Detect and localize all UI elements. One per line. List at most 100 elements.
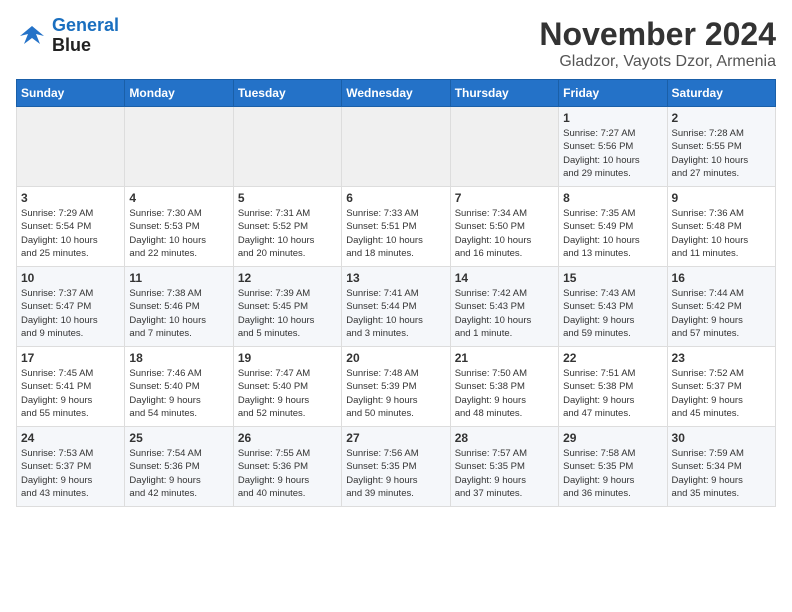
- day-number: 13: [346, 271, 445, 285]
- day-info: Sunrise: 7:44 AM Sunset: 5:42 PM Dayligh…: [672, 287, 771, 340]
- calendar-cell: 11 Sunrise: 7:38 AM Sunset: 5:46 PM Dayli…: [125, 267, 233, 347]
- day-number: 3: [21, 191, 120, 205]
- calendar-cell: 13 Sunrise: 7:41 AM Sunset: 5:44 PM Dayli…: [342, 267, 450, 347]
- calendar-cell: 29 Sunrise: 7:58 AM Sunset: 5:35 PM Dayli…: [559, 427, 667, 507]
- day-info: Sunrise: 7:41 AM Sunset: 5:44 PM Dayligh…: [346, 287, 445, 340]
- header-monday: Monday: [125, 80, 233, 107]
- day-info: Sunrise: 7:27 AM Sunset: 5:56 PM Dayligh…: [563, 127, 662, 180]
- day-info: Sunrise: 7:30 AM Sunset: 5:53 PM Dayligh…: [129, 207, 228, 260]
- calendar-cell: 14Sunrise: 7:42 AM Sunset: 5:43 PM Dayli…: [450, 267, 558, 347]
- header: General Blue November 2024 Gladzor, Vayo…: [16, 16, 776, 71]
- calendar-cell: 22 Sunrise: 7:51 AM Sunset: 5:38 PM Dayli…: [559, 347, 667, 427]
- header-thursday: Thursday: [450, 80, 558, 107]
- day-number: 24: [21, 431, 120, 445]
- calendar-cell: [450, 107, 558, 187]
- calendar-cell: 15 Sunrise: 7:43 AM Sunset: 5:43 PM Dayli…: [559, 267, 667, 347]
- day-number: 22: [563, 351, 662, 365]
- day-info: Sunrise: 7:36 AM Sunset: 5:48 PM Dayligh…: [672, 207, 771, 260]
- day-info: Sunrise: 7:48 AM Sunset: 5:39 PM Dayligh…: [346, 367, 445, 420]
- calendar-cell: 12Sunrise: 7:39 AM Sunset: 5:45 PM Dayli…: [233, 267, 341, 347]
- day-info: Sunrise: 7:56 AM Sunset: 5:35 PM Dayligh…: [346, 447, 445, 500]
- calendar-cell: 20 Sunrise: 7:48 AM Sunset: 5:39 PM Dayli…: [342, 347, 450, 427]
- calendar-cell: 9 Sunrise: 7:36 AM Sunset: 5:48 PM Daylig…: [667, 187, 775, 267]
- calendar-week-1: 1 Sunrise: 7:27 AM Sunset: 5:56 PM Daylig…: [17, 107, 776, 187]
- calendar-cell: 6Sunrise: 7:33 AM Sunset: 5:51 PM Daylig…: [342, 187, 450, 267]
- day-info: Sunrise: 7:58 AM Sunset: 5:35 PM Dayligh…: [563, 447, 662, 500]
- calendar-cell: 4 Sunrise: 7:30 AM Sunset: 5:53 PM Daylig…: [125, 187, 233, 267]
- day-info: Sunrise: 7:45 AM Sunset: 5:41 PM Dayligh…: [21, 367, 120, 420]
- day-info: Sunrise: 7:52 AM Sunset: 5:37 PM Dayligh…: [672, 367, 771, 420]
- day-number: 29: [563, 431, 662, 445]
- day-number: 18: [129, 351, 228, 365]
- day-number: 21: [455, 351, 554, 365]
- logo-text: General Blue: [52, 16, 119, 56]
- calendar-cell: 7 Sunrise: 7:34 AM Sunset: 5:50 PM Daylig…: [450, 187, 558, 267]
- calendar-cell: [17, 107, 125, 187]
- day-number: 30: [672, 431, 771, 445]
- day-number: 10: [21, 271, 120, 285]
- day-number: 9: [672, 191, 771, 205]
- calendar-cell: 24 Sunrise: 7:53 AM Sunset: 5:37 PM Dayli…: [17, 427, 125, 507]
- header-sunday: Sunday: [17, 80, 125, 107]
- header-wednesday: Wednesday: [342, 80, 450, 107]
- day-info: Sunrise: 7:29 AM Sunset: 5:54 PM Dayligh…: [21, 207, 120, 260]
- day-number: 17: [21, 351, 120, 365]
- day-number: 7: [455, 191, 554, 205]
- calendar-cell: [342, 107, 450, 187]
- day-info: Sunrise: 7:59 AM Sunset: 5:34 PM Dayligh…: [672, 447, 771, 500]
- day-number: 28: [455, 431, 554, 445]
- calendar-cell: 1 Sunrise: 7:27 AM Sunset: 5:56 PM Daylig…: [559, 107, 667, 187]
- day-number: 11: [129, 271, 228, 285]
- calendar-cell: 3 Sunrise: 7:29 AM Sunset: 5:54 PM Daylig…: [17, 187, 125, 267]
- calendar-cell: [125, 107, 233, 187]
- day-info: Sunrise: 7:28 AM Sunset: 5:55 PM Dayligh…: [672, 127, 771, 180]
- calendar-cell: 30 Sunrise: 7:59 AM Sunset: 5:34 PM Dayli…: [667, 427, 775, 507]
- day-info: Sunrise: 7:43 AM Sunset: 5:43 PM Dayligh…: [563, 287, 662, 340]
- day-number: 16: [672, 271, 771, 285]
- calendar-cell: 18Sunrise: 7:46 AM Sunset: 5:40 PM Dayli…: [125, 347, 233, 427]
- day-info: Sunrise: 7:51 AM Sunset: 5:38 PM Dayligh…: [563, 367, 662, 420]
- logo: General Blue: [16, 16, 119, 56]
- calendar-cell: 10 Sunrise: 7:37 AM Sunset: 5:47 PM Dayli…: [17, 267, 125, 347]
- day-info: Sunrise: 7:50 AM Sunset: 5:38 PM Dayligh…: [455, 367, 554, 420]
- calendar-table: SundayMondayTuesdayWednesdayThursdayFrid…: [16, 79, 776, 507]
- day-number: 4: [129, 191, 228, 205]
- calendar-cell: 8Sunrise: 7:35 AM Sunset: 5:49 PM Daylig…: [559, 187, 667, 267]
- calendar-week-5: 24 Sunrise: 7:53 AM Sunset: 5:37 PM Dayli…: [17, 427, 776, 507]
- title-area: November 2024 Gladzor, Vayots Dzor, Arme…: [539, 16, 776, 71]
- day-number: 26: [238, 431, 337, 445]
- day-number: 12: [238, 271, 337, 285]
- calendar-header-row: SundayMondayTuesdayWednesdayThursdayFrid…: [17, 80, 776, 107]
- day-number: 27: [346, 431, 445, 445]
- day-number: 15: [563, 271, 662, 285]
- calendar-week-3: 10 Sunrise: 7:37 AM Sunset: 5:47 PM Dayli…: [17, 267, 776, 347]
- day-number: 1: [563, 111, 662, 125]
- header-tuesday: Tuesday: [233, 80, 341, 107]
- day-number: 23: [672, 351, 771, 365]
- calendar-cell: 28 Sunrise: 7:57 AM Sunset: 5:35 PM Dayli…: [450, 427, 558, 507]
- calendar-cell: 2 Sunrise: 7:28 AM Sunset: 5:55 PM Daylig…: [667, 107, 775, 187]
- calendar-cell: 27 Sunrise: 7:56 AM Sunset: 5:35 PM Dayli…: [342, 427, 450, 507]
- day-info: Sunrise: 7:53 AM Sunset: 5:37 PM Dayligh…: [21, 447, 120, 500]
- day-number: 2: [672, 111, 771, 125]
- logo-line2: Blue: [52, 36, 119, 56]
- day-number: 5: [238, 191, 337, 205]
- calendar-cell: 21 Sunrise: 7:50 AM Sunset: 5:38 PM Dayli…: [450, 347, 558, 427]
- calendar-cell: 19Sunrise: 7:47 AM Sunset: 5:40 PM Dayli…: [233, 347, 341, 427]
- header-friday: Friday: [559, 80, 667, 107]
- location-title: Gladzor, Vayots Dzor, Armenia: [539, 53, 776, 71]
- day-number: 20: [346, 351, 445, 365]
- calendar-cell: 17 Sunrise: 7:45 AM Sunset: 5:41 PM Dayli…: [17, 347, 125, 427]
- month-title: November 2024: [539, 16, 776, 53]
- day-info: Sunrise: 7:57 AM Sunset: 5:35 PM Dayligh…: [455, 447, 554, 500]
- calendar-week-2: 3 Sunrise: 7:29 AM Sunset: 5:54 PM Daylig…: [17, 187, 776, 267]
- day-info: Sunrise: 7:34 AM Sunset: 5:50 PM Dayligh…: [455, 207, 554, 260]
- day-info: Sunrise: 7:55 AM Sunset: 5:36 PM Dayligh…: [238, 447, 337, 500]
- day-number: 6: [346, 191, 445, 205]
- calendar-cell: 25 Sunrise: 7:54 AM Sunset: 5:36 PM Dayli…: [125, 427, 233, 507]
- day-info: Sunrise: 7:37 AM Sunset: 5:47 PM Dayligh…: [21, 287, 120, 340]
- day-info: Sunrise: 7:54 AM Sunset: 5:36 PM Dayligh…: [129, 447, 228, 500]
- day-info: Sunrise: 7:38 AM Sunset: 5:46 PM Dayligh…: [129, 287, 228, 340]
- day-number: 25: [129, 431, 228, 445]
- calendar-cell: 5Sunrise: 7:31 AM Sunset: 5:52 PM Daylig…: [233, 187, 341, 267]
